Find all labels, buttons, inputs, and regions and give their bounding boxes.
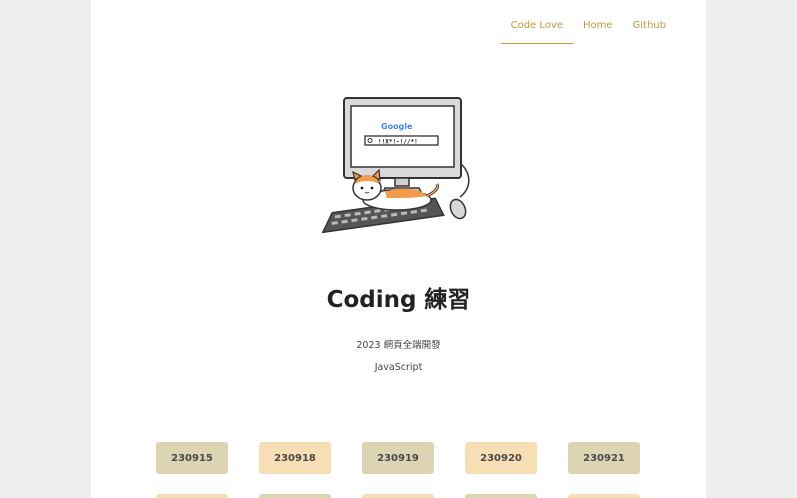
- nav-item-github[interactable]: Github: [623, 14, 676, 44]
- date-button-row: 230915 230918 230919 230920 230921: [156, 442, 640, 474]
- date-button-230920[interactable]: 230920: [465, 442, 537, 474]
- date-button-partial[interactable]: [568, 494, 640, 498]
- date-button-230918[interactable]: 230918: [259, 442, 331, 474]
- page-container: Code Love Home Github Google !!X*!-!//*!: [91, 0, 706, 498]
- date-button-partial[interactable]: [362, 494, 434, 498]
- date-button-230921[interactable]: 230921: [568, 442, 640, 474]
- top-nav: Code Love Home Github: [500, 14, 676, 44]
- screen-search-text: !!X*!-!//*!: [378, 139, 418, 146]
- nav-item-code-love[interactable]: Code Love: [500, 14, 573, 44]
- page-tagline: JavaScript: [374, 362, 423, 373]
- cat-computer-icon: Google !!X*!-!//*!: [321, 97, 470, 234]
- page-title: Coding 練習: [326, 287, 471, 313]
- date-button-partial[interactable]: [259, 494, 331, 498]
- screen-google-text: Google: [381, 122, 413, 131]
- date-button-partial[interactable]: [465, 494, 537, 498]
- cat-computer-illustration: Google !!X*!-!//*!: [315, 92, 475, 234]
- date-button-partial[interactable]: [156, 494, 228, 498]
- date-button-row-next: [156, 494, 640, 498]
- date-button-230915[interactable]: 230915: [156, 442, 228, 474]
- nav-item-home[interactable]: Home: [573, 14, 623, 44]
- page-subtitle: 2023 網頁全端開發: [356, 340, 441, 351]
- date-button-230919[interactable]: 230919: [362, 442, 434, 474]
